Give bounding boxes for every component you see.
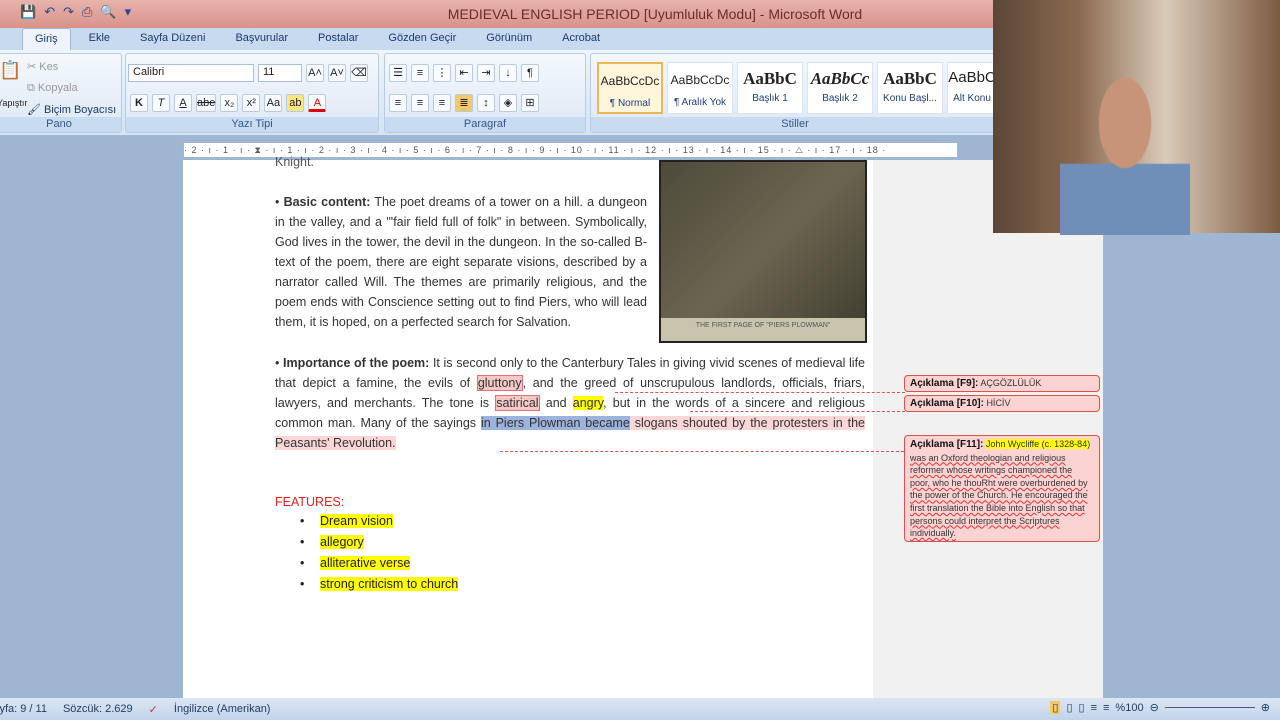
font-color-icon[interactable]: A: [308, 94, 327, 112]
show-marks-icon[interactable]: ¶: [521, 64, 539, 82]
presenter-video: [1060, 75, 1190, 235]
proofing-icon[interactable]: ✓: [149, 703, 158, 716]
brush-icon: 🖌: [27, 104, 45, 116]
font-name-select[interactable]: Calibri: [128, 64, 254, 82]
tab-basvurular[interactable]: Başvurular: [223, 28, 300, 50]
comment-anchor-f9[interactable]: gluttony: [476, 375, 523, 391]
borders-icon[interactable]: ⊞: [521, 94, 539, 112]
list-item: • alliterative verse: [300, 556, 411, 570]
highlight-icon[interactable]: ab: [286, 94, 305, 112]
zoom-in-icon[interactable]: ⊕: [1261, 701, 1270, 714]
word-count[interactable]: Sözcük: 2.629: [63, 703, 133, 715]
font-group-label: Yazı Tipi: [126, 117, 378, 132]
style-heading-2[interactable]: AaBbCc Başlık 2: [807, 62, 873, 114]
clear-format-icon[interactable]: ⌫: [350, 64, 368, 82]
align-center-icon[interactable]: ≡: [411, 94, 429, 112]
page-count[interactable]: Sayfa: 9 / 11: [0, 703, 47, 715]
paragraph-group-label: Paragraf: [385, 117, 585, 132]
line-spacing-icon[interactable]: ↕: [477, 94, 495, 112]
language[interactable]: İngilizce (Amerikan): [174, 703, 271, 715]
paste-button[interactable]: Yapıştır: [0, 98, 27, 108]
bold-button[interactable]: K: [130, 94, 148, 112]
subscript-button[interactable]: x₂: [220, 94, 239, 112]
zoom-slider[interactable]: [1164, 707, 1255, 708]
comment-connector: [500, 451, 904, 452]
highlighted-word: angry: [572, 396, 604, 410]
scissors-icon: ✂: [27, 61, 40, 73]
style-title[interactable]: AaBbC Konu Başl...: [877, 62, 943, 114]
selected-text[interactable]: in Piers Plowman became: [480, 416, 630, 430]
comment-f11[interactable]: Açıklama [F11]: John Wycliffe (c. 1328-8…: [904, 435, 1100, 542]
grow-font-icon[interactable]: A˄: [306, 64, 324, 82]
cut-button[interactable]: ✂ Kes: [27, 60, 58, 73]
comment-connector: [690, 411, 905, 412]
tab-giris[interactable]: Giriş: [22, 28, 71, 50]
print-layout-view-icon[interactable]: ▯: [1050, 701, 1061, 714]
comment-f9[interactable]: Açıklama [F9]: AÇGÖZLÜLÜK: [904, 375, 1100, 392]
tab-ekle[interactable]: Ekle: [77, 28, 122, 50]
image-caption: THE FIRST PAGE OF "PIERS PLOWMAN": [661, 318, 865, 341]
copy-icon: ⧉: [27, 82, 38, 94]
change-case-button[interactable]: Aa: [264, 94, 283, 112]
comments-margin: [873, 160, 1103, 698]
bullets-icon[interactable]: ☰: [389, 64, 407, 82]
comment-connector: [615, 392, 905, 393]
paragraph-group: ☰ ≡ ⋮ ⇤ ⇥ ↓ ¶ ≡ ≡ ≡ ≣ ↕ ◈ ⊞ Paragraf: [384, 53, 586, 133]
zoom-level[interactable]: %100: [1115, 702, 1143, 714]
increase-indent-icon[interactable]: ⇥: [477, 64, 495, 82]
list-item: • allegory: [300, 535, 364, 549]
tab-gozden-gecir[interactable]: Gözden Geçir: [376, 28, 468, 50]
clipboard-group: 📋 Yapıştır ✂ Kes ⧉ Kopyala 🖌 Biçim Boyac…: [0, 53, 122, 133]
style-subtitle[interactable]: AaBbC Alt Konu: [947, 62, 997, 114]
style-heading-1[interactable]: AaBbC Başlık 1: [737, 62, 803, 114]
paragraph-importance: • Importance of the poem: It is second o…: [275, 356, 865, 450]
clipboard-group-label: Pano: [0, 117, 121, 132]
web-layout-view-icon[interactable]: ▯: [1079, 701, 1085, 714]
copy-button[interactable]: ⧉ Kopyala: [27, 82, 78, 95]
features-heading: FEATURES:: [275, 495, 345, 509]
style-no-spacing[interactable]: AaBbCcDc ¶ Aralık Yok: [667, 62, 733, 114]
paragraph-basic-content: • Basic content: The poet dreams of a to…: [275, 195, 647, 329]
styles-group: AaBbCcDc ¶ Normal AaBbCcDc ¶ Aralık Yok Aa…: [590, 53, 1000, 133]
features-list: • Dream vision • allegory • alliterative ve…: [300, 514, 459, 598]
piers-plowman-manuscript-image[interactable]: [659, 160, 867, 343]
styles-group-label: Stiller: [591, 117, 999, 132]
tab-sayfa-duzeni[interactable]: Sayfa Düzeni: [128, 28, 217, 50]
style-normal[interactable]: AaBbCcDc ¶ Normal: [597, 62, 663, 114]
italic-button[interactable]: T: [152, 94, 170, 112]
strikethrough-button[interactable]: abe: [196, 94, 217, 112]
comment-f10[interactable]: Açıklama [F10]: HİCİV: [904, 395, 1100, 412]
draft-view-icon[interactable]: ≡: [1103, 702, 1109, 714]
format-painter-button[interactable]: 🖌 Biçim Boyacısı: [27, 103, 116, 116]
outline-view-icon[interactable]: ≡: [1091, 702, 1097, 714]
sort-icon[interactable]: ↓: [499, 64, 517, 82]
zoom-out-icon[interactable]: ⊖: [1150, 701, 1159, 714]
status-bar: Sayfa: 9 / 11 Sözcük: 2.629 ✓ İngilizce …: [0, 698, 1280, 720]
shrink-font-icon[interactable]: A˅: [328, 64, 346, 82]
numbering-icon[interactable]: ≡: [411, 64, 429, 82]
multilevel-list-icon[interactable]: ⋮: [433, 64, 451, 82]
decrease-indent-icon[interactable]: ⇤: [455, 64, 473, 82]
tab-postalar[interactable]: Postalar: [306, 28, 370, 50]
paste-icon[interactable]: 📋: [0, 60, 21, 81]
superscript-button[interactable]: x²: [242, 94, 261, 112]
justify-icon[interactable]: ≣: [455, 94, 473, 112]
comment-anchor-f10[interactable]: satirical: [495, 395, 540, 411]
align-left-icon[interactable]: ≡: [389, 94, 407, 112]
list-item: • strong criticism to church: [300, 577, 459, 591]
font-size-select[interactable]: 11: [258, 64, 302, 82]
align-right-icon[interactable]: ≡: [433, 94, 451, 112]
underline-button[interactable]: A: [174, 94, 192, 112]
tab-acrobat[interactable]: Acrobat: [550, 28, 612, 50]
tab-gorunum[interactable]: Görünüm: [474, 28, 544, 50]
full-screen-view-icon[interactable]: ▯: [1066, 701, 1072, 714]
font-group: Calibri 11 A˄ A˅ ⌫ K T A abe x₂ x² Aa ab…: [125, 53, 379, 133]
shading-icon[interactable]: ◈: [499, 94, 517, 112]
list-item: • Dream vision: [300, 514, 393, 528]
cut-off-text: Knight.: [275, 155, 314, 169]
